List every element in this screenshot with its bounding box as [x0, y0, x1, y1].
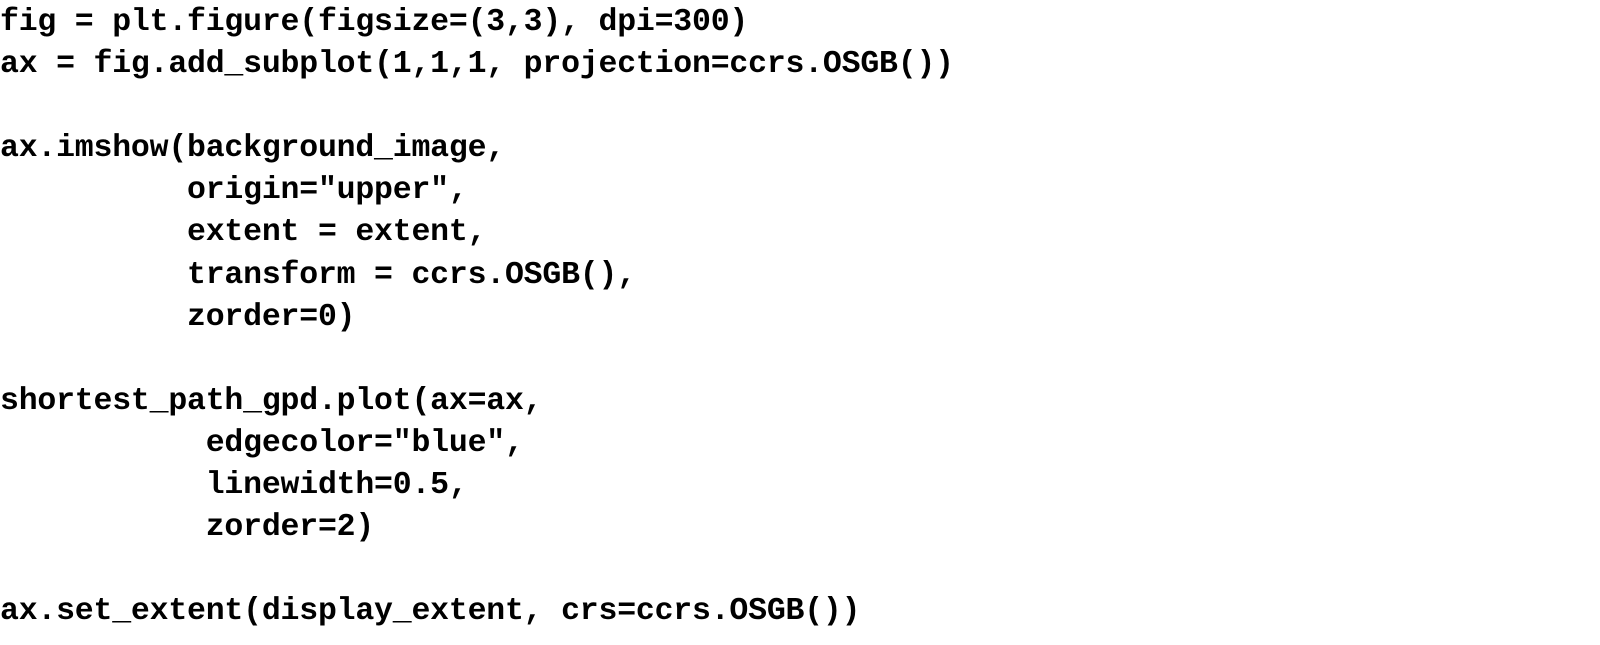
- code-line: origin="upper",: [0, 173, 468, 209]
- code-line: extent = extent,: [0, 215, 487, 251]
- code-line: linewidth=0.5,: [0, 468, 468, 504]
- code-line: ax.imshow(background_image,: [0, 131, 505, 167]
- code-line: shortest_path_gpd.plot(ax=ax,: [0, 383, 543, 419]
- code-line: fig = plt.figure(figsize=(3,3), dpi=300): [0, 5, 749, 40]
- code-line: edgecolor="blue",: [0, 425, 524, 461]
- code-block: fig = plt.figure(figsize=(3,3), dpi=300)…: [0, 0, 1600, 645]
- code-line: zorder=0): [0, 299, 356, 335]
- code-line: zorder=2): [0, 510, 375, 546]
- code-line: transform = ccrs.OSGB(),: [0, 257, 636, 293]
- code-line: ax.set_extent(display_extent, crs=ccrs.O…: [0, 594, 861, 630]
- code-line: ax = fig.add_subplot(1,1,1, projection=c…: [0, 47, 954, 83]
